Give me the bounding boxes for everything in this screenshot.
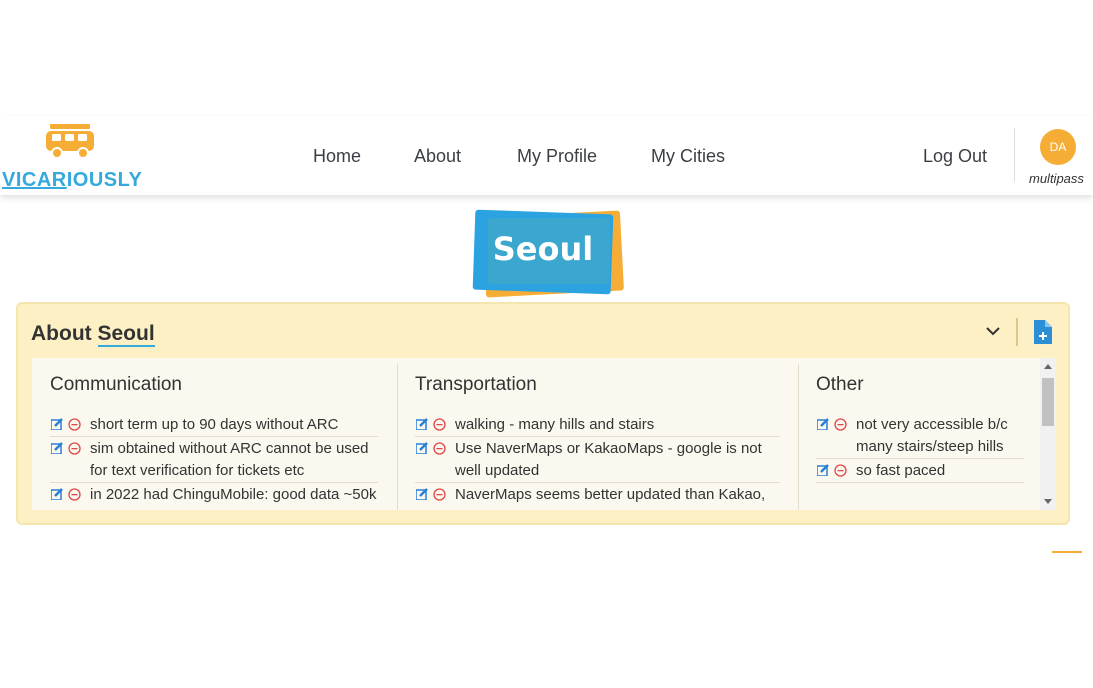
nav-home[interactable]: Home [313, 146, 361, 167]
panel-title-prefix: About [31, 322, 92, 345]
scrollbar[interactable] [1040, 358, 1056, 510]
about-city-panel: About Seoul Communication short term up … [16, 302, 1070, 525]
list-item: so fast paced [816, 460, 1024, 483]
panel-title-city: Seoul [97, 322, 155, 347]
list-item: Use NaverMaps or KakaoMaps - google is n… [415, 438, 780, 483]
remove-icon[interactable] [68, 442, 81, 455]
city-badge: Seoul [472, 206, 628, 298]
list-item: in 2022 had ChinguMobile: good data ~50k… [50, 484, 378, 510]
column-title: Other [816, 374, 864, 395]
list-item: walking - many hills and stairs [415, 414, 780, 437]
item-list: walking - many hills and stairs Use Nave… [415, 414, 780, 510]
item-text: not very accessible b/c many stairs/stee… [856, 416, 1008, 455]
item-text: short term up to 90 days without ARC [90, 416, 339, 433]
item-text: in 2022 had ChinguMobile: good data ~50k… [90, 486, 377, 510]
column-other: Other not very accessible b/c many stair… [798, 358, 1038, 510]
brand-wordmark-b: IOUSLY [66, 169, 143, 191]
edit-icon[interactable] [817, 418, 829, 430]
city-title: Seoul [492, 230, 594, 268]
edit-icon[interactable] [416, 488, 428, 500]
item-text: NaverMaps seems better updated than Kaka… [455, 486, 766, 510]
item-text: sim obtained without ARC cannot be used … [90, 440, 369, 479]
edit-icon[interactable] [51, 442, 63, 454]
add-file-icon[interactable] [1032, 320, 1052, 344]
remove-icon[interactable] [834, 464, 847, 477]
column-title: Transportation [415, 374, 537, 395]
nav-my-cities[interactable]: My Cities [651, 146, 725, 167]
chevron-down-icon[interactable] [984, 322, 1002, 340]
remove-icon[interactable] [433, 418, 446, 431]
item-text: walking - many hills and stairs [455, 416, 655, 433]
edit-icon[interactable] [817, 464, 829, 476]
top-navbar: VICARIOUSLY Home About My Profile My Cit… [0, 116, 1093, 195]
brand-wordmark-a: VICAR [2, 169, 67, 191]
remove-icon[interactable] [433, 488, 446, 501]
column-transportation: Transportation walking - many hills and … [397, 358, 798, 510]
remove-icon[interactable] [834, 418, 847, 431]
list-item: NaverMaps seems better updated than Kaka… [415, 484, 780, 510]
decorative-line [1052, 551, 1082, 553]
scroll-up-arrow[interactable] [1044, 364, 1052, 369]
brand-wordmark: VICARIOUSLY [2, 169, 142, 192]
scroll-down-arrow[interactable] [1044, 499, 1052, 504]
item-list: not very accessible b/c many stairs/stee… [816, 414, 1024, 484]
username: multipass [1029, 171, 1084, 186]
item-text: Use NaverMaps or KakaoMaps - google is n… [455, 440, 762, 479]
item-list: short term up to 90 days without ARC sim… [50, 414, 378, 510]
remove-icon[interactable] [433, 442, 446, 455]
column-communication: Communication short term up to 90 days w… [32, 358, 396, 510]
item-text: so fast paced [856, 462, 946, 479]
nav-my-profile[interactable]: My Profile [517, 146, 597, 167]
panel-content[interactable]: Communication short term up to 90 days w… [32, 358, 1056, 510]
panel-divider [1016, 318, 1018, 346]
nav-about[interactable]: About [414, 146, 461, 167]
edit-icon[interactable] [416, 418, 428, 430]
logout-link[interactable]: Log Out [923, 146, 987, 167]
column-title: Communication [50, 374, 182, 395]
panel-title: About Seoul [31, 322, 155, 347]
edit-icon[interactable] [51, 488, 63, 500]
list-item: not very accessible b/c many stairs/stee… [816, 414, 1024, 459]
scroll-thumb[interactable] [1042, 378, 1054, 426]
edit-icon[interactable] [51, 418, 63, 430]
brand-logo[interactable]: VICARIOUSLY [0, 122, 142, 192]
list-item: short term up to 90 days without ARC [50, 414, 378, 437]
edit-icon[interactable] [416, 442, 428, 454]
van-icon [46, 124, 94, 159]
remove-icon[interactable] [68, 418, 81, 431]
remove-icon[interactable] [68, 488, 81, 501]
nav-divider [1014, 128, 1015, 182]
list-item: sim obtained without ARC cannot be used … [50, 438, 378, 483]
avatar[interactable]: DA [1040, 129, 1076, 165]
